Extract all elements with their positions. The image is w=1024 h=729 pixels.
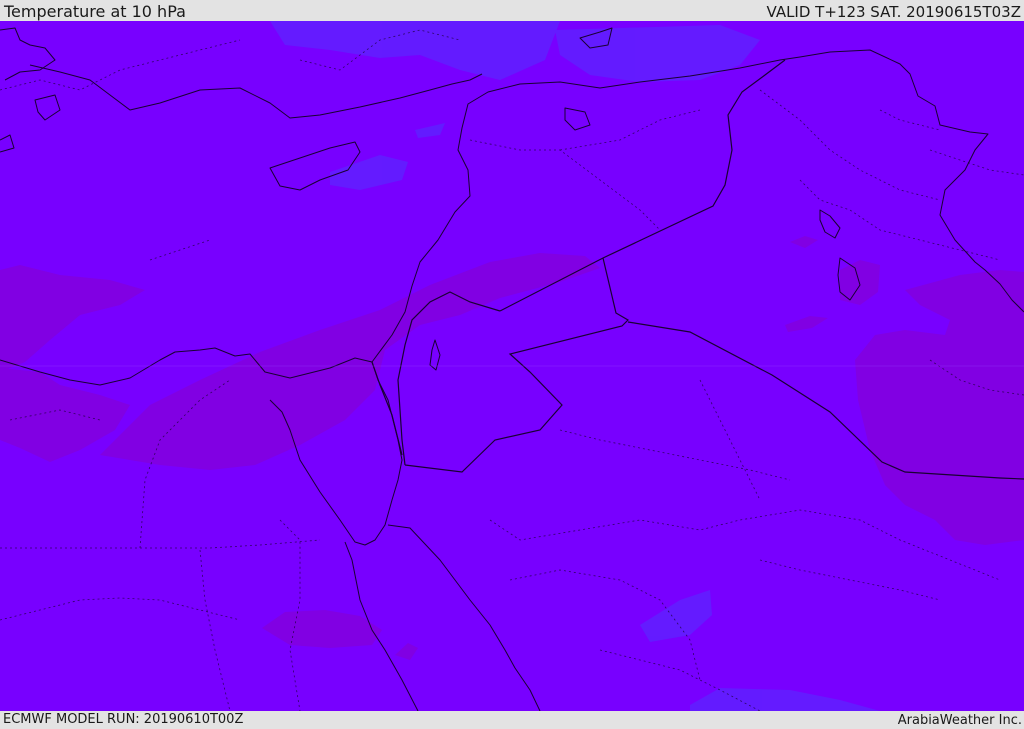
valid-time-label: VALID T+123 SAT. 20190615T03Z [766,3,1021,21]
model-run-label: ECMWF MODEL RUN: 20190610T00Z [3,712,244,727]
header-bar: Temperature at 10 hPa VALID T+123 SAT. 2… [0,0,1024,21]
footer-bar: ECMWF MODEL RUN: 20190610T00Z ArabiaWeat… [0,711,1024,729]
map-title: Temperature at 10 hPa [4,2,186,21]
brand-label: ArabiaWeather Inc. [897,713,1022,728]
weather-map [0,21,1024,711]
